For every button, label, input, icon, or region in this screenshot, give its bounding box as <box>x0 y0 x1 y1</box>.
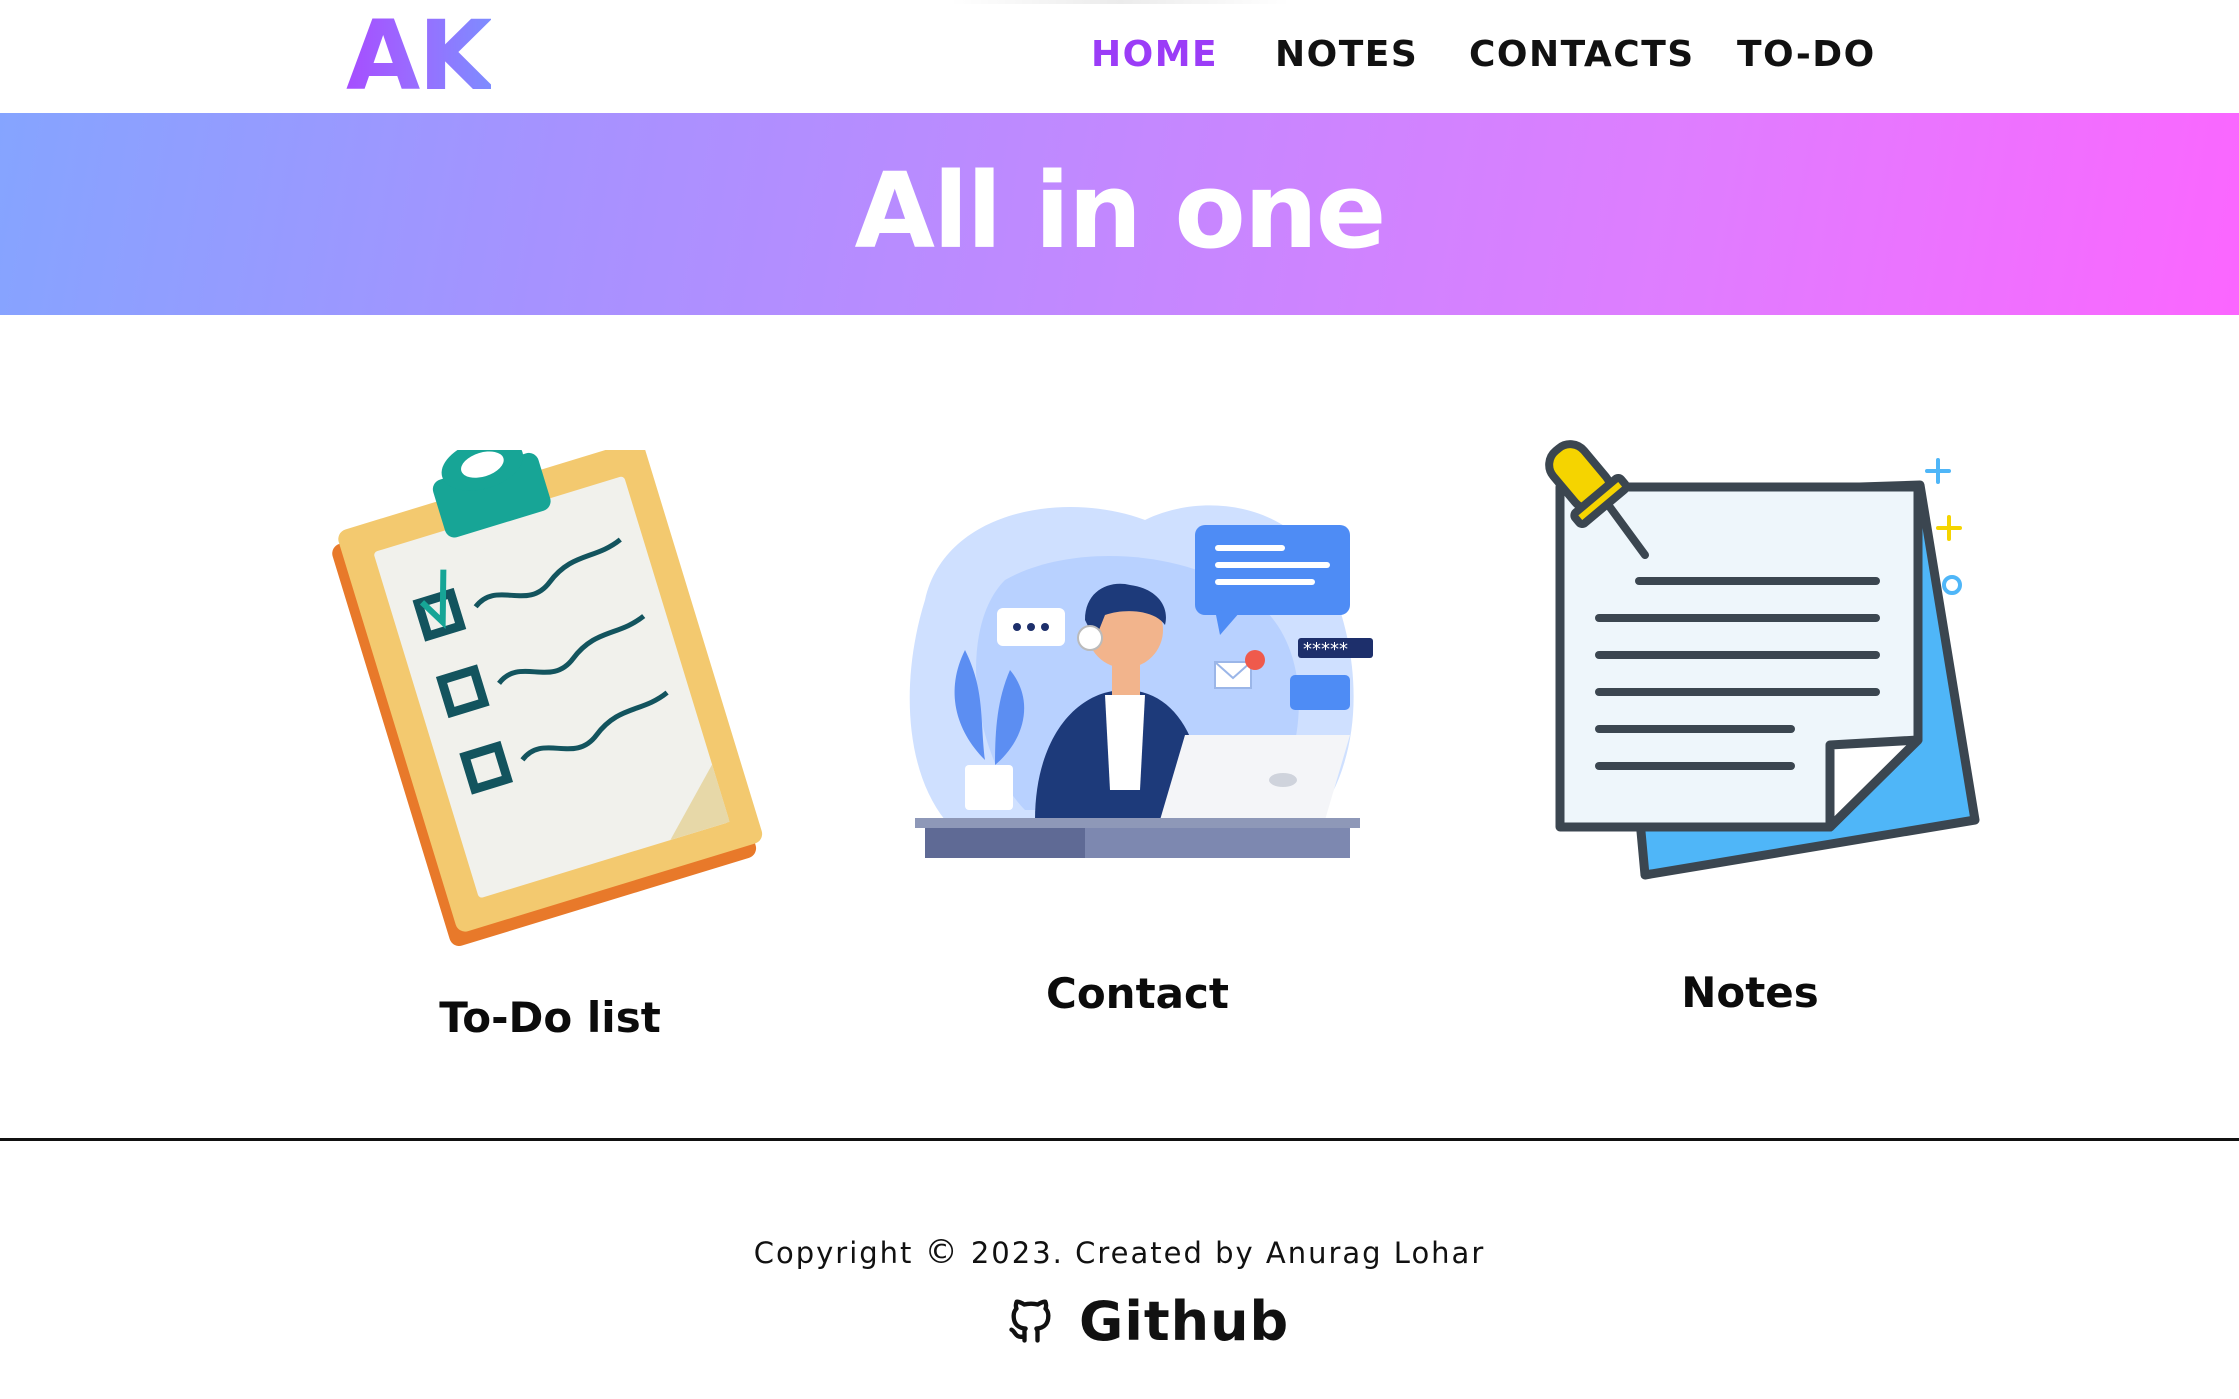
github-label: Github <box>1079 1289 1290 1353</box>
contact-card-label: Contact <box>1046 969 1229 1018</box>
pinned-note-icon <box>1545 440 1980 880</box>
notes-card-label: Notes <box>1681 968 1819 1017</box>
todo-card-label: To-Do list <box>439 993 661 1042</box>
nav-notes[interactable]: NOTES <box>1275 30 1418 80</box>
nav-home[interactable]: HOME <box>1091 30 1218 80</box>
scroll-shadow <box>950 0 1290 4</box>
footer-divider <box>0 1138 2239 1141</box>
hero-banner: All in one <box>0 113 2239 315</box>
site-header: AK HOME NOTES CONTACTS TO-DO <box>0 0 2239 113</box>
customer-support-illustration: ***** <box>909 505 1373 858</box>
nav-todo[interactable]: TO-DO <box>1737 30 1876 80</box>
svg-text:*****: ***** <box>1303 639 1348 660</box>
contact-card[interactable]: ***** Contact <box>885 490 1390 1030</box>
github-link[interactable]: Github <box>1005 1285 1289 1357</box>
todo-card[interactable]: To-Do list <box>330 450 770 1050</box>
copyright-symbol: © <box>924 1232 960 1271</box>
clipboard-checklist-icon <box>332 450 763 946</box>
copyright-suffix: 2023. Created by Anurag Lohar <box>970 1236 1486 1270</box>
page-title: All in one <box>854 150 1387 272</box>
copyright-prefix: Copyright <box>753 1236 914 1270</box>
github-icon <box>1009 1299 1051 1343</box>
notes-card[interactable]: Notes <box>1520 435 1980 1025</box>
nav-contacts[interactable]: CONTACTS <box>1469 30 1695 80</box>
copyright-text: Copyright © 2023. Created by Anurag Loha… <box>0 1230 2239 1275</box>
site-logo[interactable]: AK <box>346 4 493 108</box>
